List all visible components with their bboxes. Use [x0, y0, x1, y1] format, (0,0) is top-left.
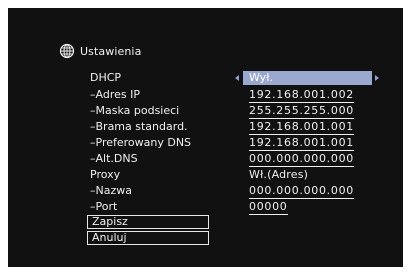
settings-screen: Ustawienia DHCP Wył. –Adres IP 192.168.0… — [8, 8, 403, 267]
subnet-mask-field[interactable]: 255.255.255.000 — [249, 104, 354, 119]
header: Ustawienia — [59, 41, 141, 61]
proxy-name-field[interactable]: 000.000.000.000 — [249, 184, 354, 199]
proxy-label: Proxy — [90, 168, 121, 181]
arrow-right-icon[interactable] — [375, 75, 379, 81]
preferred-dns-label: –Preferowany DNS — [90, 136, 192, 149]
page-title: Ustawienia — [80, 44, 142, 58]
proxy-port-field[interactable]: 00000 — [249, 200, 288, 215]
subnet-mask-label: –Maska podsieci — [90, 104, 180, 117]
proxy-port-label: –Port — [90, 200, 118, 213]
alt-dns-field[interactable]: 000.000.000.000 — [249, 152, 354, 167]
dhcp-label: DHCP — [90, 71, 122, 84]
arrow-left-icon[interactable] — [235, 75, 239, 81]
gateway-field[interactable]: 192.168.001.001 — [249, 120, 354, 135]
cancel-button[interactable]: Anuluj — [87, 231, 209, 245]
save-button[interactable]: Zapisz — [87, 215, 209, 229]
ip-address-field[interactable]: 192.168.001.002 — [249, 88, 354, 103]
gateway-label: –Brama standard. — [90, 120, 188, 133]
dhcp-value[interactable]: Wył. — [249, 71, 273, 85]
preferred-dns-field[interactable]: 192.168.001.001 — [249, 136, 354, 151]
ip-address-label: –Adres IP — [90, 88, 140, 101]
globe-icon — [59, 43, 75, 59]
proxy-value[interactable]: Wł.(Adres) — [249, 168, 308, 182]
alt-dns-label: –Alt.DNS — [90, 152, 138, 165]
proxy-name-label: –Nazwa — [90, 184, 132, 197]
